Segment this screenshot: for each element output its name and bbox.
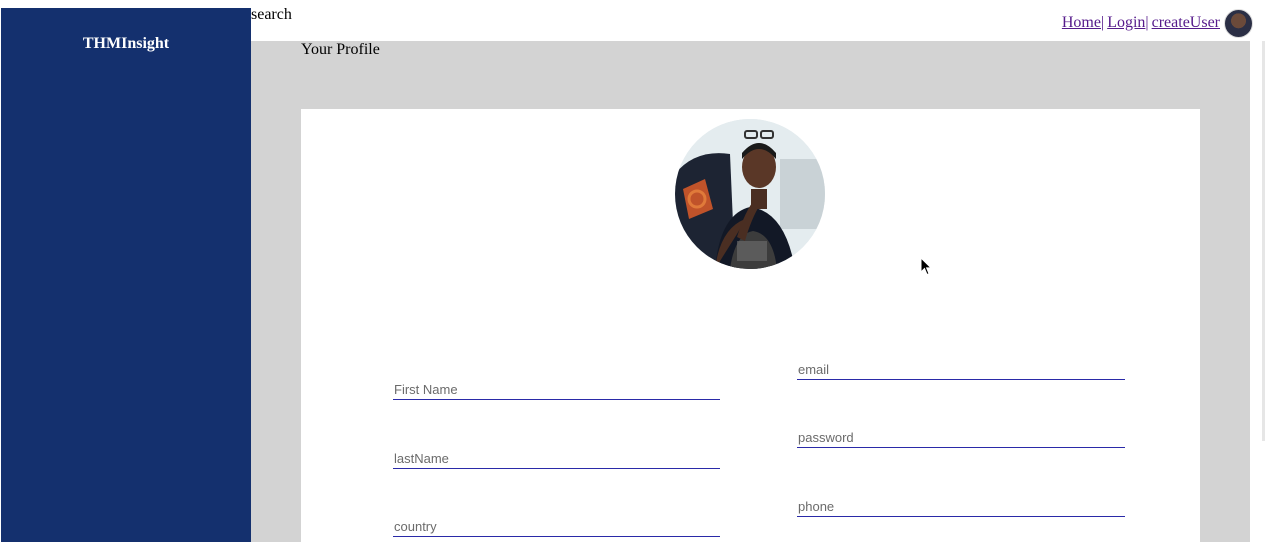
phone-field[interactable] [797,497,1125,517]
sidebar: THMInsight [1,8,251,542]
profile-card [301,109,1200,542]
email-field[interactable] [797,360,1125,380]
brand-logo-text[interactable]: THMInsight [1,35,251,53]
first-name-field[interactable] [393,380,720,400]
profile-photo-illustration [675,119,825,269]
user-avatar[interactable] [1224,8,1253,38]
page-title: Your Profile [301,41,380,58]
mouse-pointer-icon [920,257,932,276]
top-navigation: Home | Login | createUser [1062,8,1253,38]
nav-separator: | [1100,14,1105,31]
nav-create-user-link[interactable]: createUser [1152,14,1220,32]
profile-photo[interactable] [675,119,825,269]
country-field[interactable] [393,517,720,537]
last-name-field[interactable] [393,449,720,469]
password-field[interactable] [797,428,1125,448]
nav-home-link[interactable]: Home [1062,14,1101,32]
nav-separator: | [1145,14,1149,31]
nav-login-link[interactable]: Login [1107,14,1145,32]
search-label[interactable]: search [251,6,292,24]
